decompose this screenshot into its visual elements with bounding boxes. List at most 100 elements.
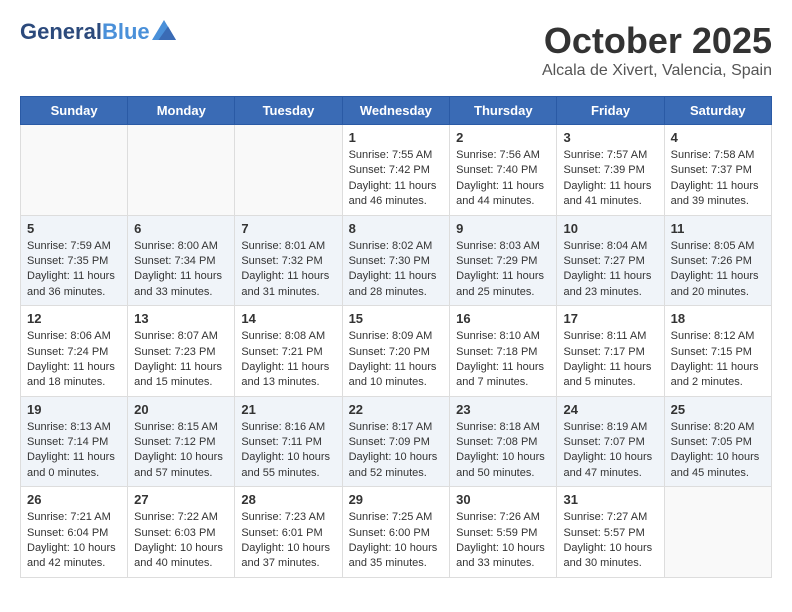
calendar-cell: 14 Sunrise: 8:08 AM Sunset: 7:21 PM Dayli…: [235, 306, 342, 397]
calendar-week-5: 26 Sunrise: 7:21 AM Sunset: 6:04 PM Dayli…: [21, 487, 772, 578]
day-number: 9: [456, 221, 550, 236]
calendar-cell: 10 Sunrise: 8:04 AM Sunset: 7:27 PM Dayli…: [557, 215, 664, 306]
cell-content: Sunrise: 8:06 AM Sunset: 7:24 PM Dayligh…: [27, 329, 121, 391]
cell-content: Sunrise: 8:09 AM Sunset: 7:20 PM Dayligh…: [349, 329, 444, 391]
day-number: 25: [671, 402, 765, 417]
calendar-cell: 1Sunrise: 7:55 AM Sunset: 7:42 PM Daylig…: [342, 125, 450, 216]
day-number: 14: [241, 311, 335, 326]
calendar-cell: 12Sunrise: 8:06 AM Sunset: 7:24 PM Dayli…: [21, 306, 128, 397]
day-number: 2: [456, 130, 550, 145]
calendar-cell: 27 Sunrise: 7:22 AM Sunset: 6:03 PM Dayli…: [128, 487, 235, 578]
day-number: 29: [349, 492, 444, 507]
logo-text: GeneralBlue: [20, 20, 150, 44]
calendar-table: SundayMondayTuesdayWednesdayThursdayFrid…: [20, 96, 772, 578]
calendar-week-2: 5Sunrise: 7:59 AM Sunset: 7:35 PM Daylig…: [21, 215, 772, 306]
calendar-cell: 19 Sunrise: 8:13 AM Sunset: 7:14 PM Dayli…: [21, 396, 128, 487]
calendar-cell: 9 Sunrise: 8:03 AM Sunset: 7:29 PM Daylig…: [450, 215, 557, 306]
cell-content: Sunrise: 7:56 AM Sunset: 7:40 PM Dayligh…: [456, 148, 550, 210]
day-number: 30: [456, 492, 550, 507]
day-number: 7: [241, 221, 335, 236]
col-header-friday: Friday: [557, 97, 664, 125]
month-title: October 2025: [542, 20, 772, 62]
cell-content: Sunrise: 8:13 AM Sunset: 7:14 PM Dayligh…: [27, 420, 121, 482]
day-number: 19: [27, 402, 121, 417]
calendar-cell: 20Sunrise: 8:15 AM Sunset: 7:12 PM Dayli…: [128, 396, 235, 487]
calendar-cell: 28 Sunrise: 7:23 AM Sunset: 6:01 PM Dayli…: [235, 487, 342, 578]
calendar-week-4: 19 Sunrise: 8:13 AM Sunset: 7:14 PM Dayli…: [21, 396, 772, 487]
title-block: October 2025 Alcala de Xivert, Valencia,…: [542, 20, 772, 80]
location: Alcala de Xivert, Valencia, Spain: [542, 62, 772, 80]
calendar-cell: 7 Sunrise: 8:01 AM Sunset: 7:32 PM Daylig…: [235, 215, 342, 306]
calendar-cell: 21 Sunrise: 8:16 AM Sunset: 7:11 PM Dayli…: [235, 396, 342, 487]
day-number: 24: [563, 402, 657, 417]
cell-content: Sunrise: 8:02 AM Sunset: 7:30 PM Dayligh…: [349, 239, 444, 301]
cell-content: Sunrise: 8:00 AM Sunset: 7:34 PM Dayligh…: [134, 239, 228, 301]
calendar-week-3: 12Sunrise: 8:06 AM Sunset: 7:24 PM Dayli…: [21, 306, 772, 397]
cell-content: Sunrise: 8:20 AM Sunset: 7:05 PM Dayligh…: [671, 420, 765, 482]
calendar-cell: 30Sunrise: 7:26 AM Sunset: 5:59 PM Dayli…: [450, 487, 557, 578]
cell-content: Sunrise: 7:27 AM Sunset: 5:57 PM Dayligh…: [563, 510, 657, 572]
calendar-cell: [235, 125, 342, 216]
calendar-cell: 25 Sunrise: 8:20 AM Sunset: 7:05 PM Dayli…: [664, 396, 771, 487]
calendar-cell: [128, 125, 235, 216]
calendar-cell: 16 Sunrise: 8:10 AM Sunset: 7:18 PM Dayli…: [450, 306, 557, 397]
calendar-cell: 6 Sunrise: 8:00 AM Sunset: 7:34 PM Daylig…: [128, 215, 235, 306]
day-number: 6: [134, 221, 228, 236]
cell-content: Sunrise: 8:16 AM Sunset: 7:11 PM Dayligh…: [241, 420, 335, 482]
page-header: GeneralBlue October 2025 Alcala de Xiver…: [20, 20, 772, 80]
day-number: 17: [563, 311, 657, 326]
day-number: 31: [563, 492, 657, 507]
calendar-cell: 17 Sunrise: 8:11 AM Sunset: 7:17 PM Dayli…: [557, 306, 664, 397]
cell-content: Sunrise: 7:22 AM Sunset: 6:03 PM Dayligh…: [134, 510, 228, 572]
day-number: 27: [134, 492, 228, 507]
cell-content: Sunrise: 7:23 AM Sunset: 6:01 PM Dayligh…: [241, 510, 335, 572]
calendar-header-row: SundayMondayTuesdayWednesdayThursdayFrid…: [21, 97, 772, 125]
calendar-cell: 26 Sunrise: 7:21 AM Sunset: 6:04 PM Dayli…: [21, 487, 128, 578]
calendar-cell: [21, 125, 128, 216]
day-number: 4: [671, 130, 765, 145]
day-number: 21: [241, 402, 335, 417]
col-header-saturday: Saturday: [664, 97, 771, 125]
calendar-week-1: 1Sunrise: 7:55 AM Sunset: 7:42 PM Daylig…: [21, 125, 772, 216]
calendar-cell: 22Sunrise: 8:17 AM Sunset: 7:09 PM Dayli…: [342, 396, 450, 487]
cell-content: Sunrise: 7:58 AM Sunset: 7:37 PM Dayligh…: [671, 148, 765, 210]
day-number: 10: [563, 221, 657, 236]
day-number: 1: [349, 130, 444, 145]
cell-content: Sunrise: 8:17 AM Sunset: 7:09 PM Dayligh…: [349, 420, 444, 482]
cell-content: Sunrise: 8:15 AM Sunset: 7:12 PM Dayligh…: [134, 420, 228, 482]
day-number: 16: [456, 311, 550, 326]
calendar-cell: 11Sunrise: 8:05 AM Sunset: 7:26 PM Dayli…: [664, 215, 771, 306]
cell-content: Sunrise: 8:05 AM Sunset: 7:26 PM Dayligh…: [671, 239, 765, 301]
col-header-sunday: Sunday: [21, 97, 128, 125]
col-header-thursday: Thursday: [450, 97, 557, 125]
cell-content: Sunrise: 7:21 AM Sunset: 6:04 PM Dayligh…: [27, 510, 121, 572]
cell-content: Sunrise: 7:57 AM Sunset: 7:39 PM Dayligh…: [563, 148, 657, 210]
cell-content: Sunrise: 7:59 AM Sunset: 7:35 PM Dayligh…: [27, 239, 121, 301]
cell-content: Sunrise: 7:25 AM Sunset: 6:00 PM Dayligh…: [349, 510, 444, 572]
col-header-wednesday: Wednesday: [342, 97, 450, 125]
day-number: 18: [671, 311, 765, 326]
cell-content: Sunrise: 8:08 AM Sunset: 7:21 PM Dayligh…: [241, 329, 335, 391]
calendar-cell: 13 Sunrise: 8:07 AM Sunset: 7:23 PM Dayli…: [128, 306, 235, 397]
cell-content: Sunrise: 8:10 AM Sunset: 7:18 PM Dayligh…: [456, 329, 550, 391]
logo: GeneralBlue: [20, 20, 176, 44]
day-number: 15: [349, 311, 444, 326]
calendar-cell: 15 Sunrise: 8:09 AM Sunset: 7:20 PM Dayli…: [342, 306, 450, 397]
cell-content: Sunrise: 8:07 AM Sunset: 7:23 PM Dayligh…: [134, 329, 228, 391]
calendar-cell: [664, 487, 771, 578]
cell-content: Sunrise: 8:04 AM Sunset: 7:27 PM Dayligh…: [563, 239, 657, 301]
calendar-cell: 8Sunrise: 8:02 AM Sunset: 7:30 PM Daylig…: [342, 215, 450, 306]
cell-content: Sunrise: 8:03 AM Sunset: 7:29 PM Dayligh…: [456, 239, 550, 301]
calendar-cell: 4 Sunrise: 7:58 AM Sunset: 7:37 PM Daylig…: [664, 125, 771, 216]
cell-content: Sunrise: 8:01 AM Sunset: 7:32 PM Dayligh…: [241, 239, 335, 301]
day-number: 26: [27, 492, 121, 507]
day-number: 3: [563, 130, 657, 145]
col-header-tuesday: Tuesday: [235, 97, 342, 125]
day-number: 23: [456, 402, 550, 417]
day-number: 28: [241, 492, 335, 507]
cell-content: Sunrise: 8:12 AM Sunset: 7:15 PM Dayligh…: [671, 329, 765, 391]
calendar-cell: 31 Sunrise: 7:27 AM Sunset: 5:57 PM Dayli…: [557, 487, 664, 578]
cell-content: Sunrise: 8:18 AM Sunset: 7:08 PM Dayligh…: [456, 420, 550, 482]
day-number: 13: [134, 311, 228, 326]
cell-content: Sunrise: 8:11 AM Sunset: 7:17 PM Dayligh…: [563, 329, 657, 391]
